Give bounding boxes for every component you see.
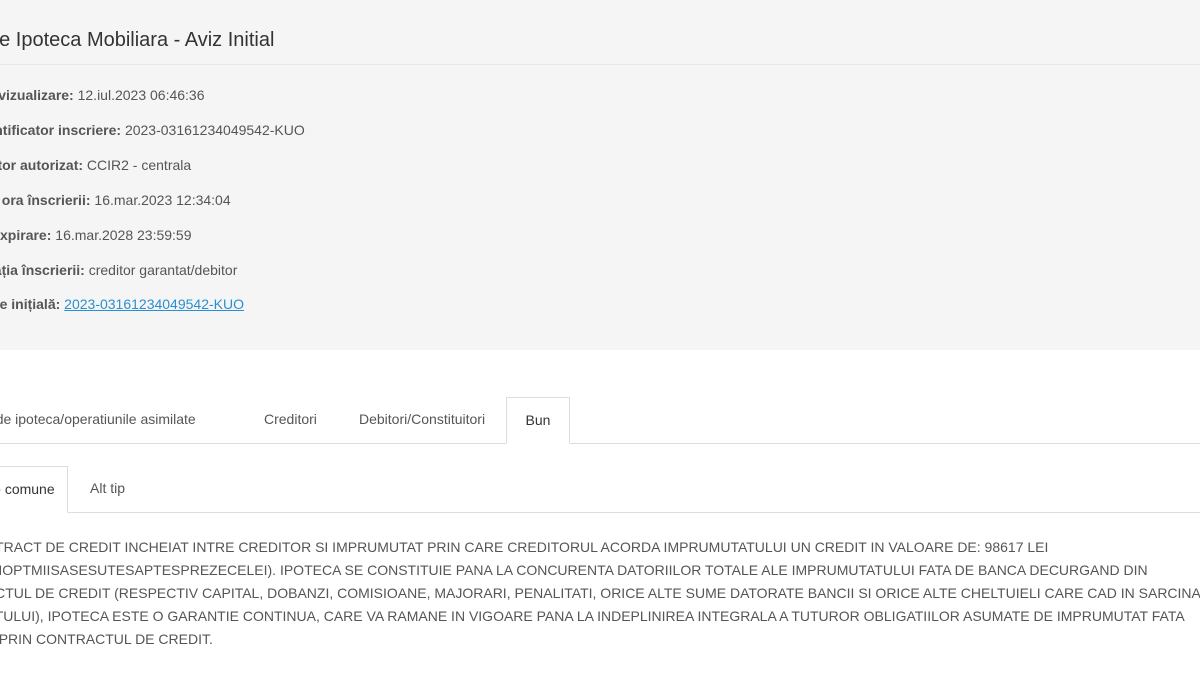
title-bar: Aviz de Ipoteca Mobiliara - Aviz Initial: [0, 0, 1200, 65]
info-row-data-expirare: Data expirare: 16.mar.2028 23:59:59: [0, 227, 192, 243]
info-value: CCIR2 - centrala: [86, 157, 192, 173]
info-label: Inscriere inițială:: [0, 296, 61, 312]
info-row-operator: Operator autorizat: CCIR2 - centrala: [0, 157, 191, 173]
info-label: Data vizualizare:: [0, 87, 74, 103]
description-line: CONTRACT DE CREDIT INCHEIAT INTRE CREDIT…: [0, 539, 1049, 555]
sub-tabs: Date comune Alt tip: [0, 466, 1200, 513]
tab-contractul-de-ipoteca[interactable]: Contractul de ipoteca/operatiunile asimi…: [0, 397, 196, 444]
info-label: Destinația înscrierii:: [0, 262, 85, 278]
tab-bun[interactable]: Bun: [506, 397, 570, 444]
info-label: Identificator inscriere:: [0, 122, 122, 138]
tab-debitori-constituitori[interactable]: Debitori/Constituitori: [359, 397, 485, 444]
description-line: CONTRACTUL DE CREDIT (RESPECTIV CAPITAL,…: [0, 585, 1200, 601]
description-line: DE BANCA PRIN CONTRACTUL DE CREDIT.: [0, 631, 213, 647]
info-label: Operator autorizat:: [0, 157, 84, 173]
bun-description: CONTRACT DE CREDIT INCHEIAT INTRE CREDIT…: [0, 536, 1200, 651]
info-row-inscriere-initiala: Inscriere inițială: 2023-03161234049542-…: [0, 296, 244, 312]
info-label: Data expirare:: [0, 227, 52, 243]
info-value: 12.iul.2023 06:46:36: [77, 87, 205, 103]
info-row-identificator: Identificator inscriere: 2023-0316123404…: [0, 122, 305, 138]
info-value: creditor garantat/debitor: [88, 262, 238, 278]
info-label: Data și ora înscrierii:: [0, 192, 91, 208]
main-tabs: Contractul de ipoteca/operatiunile asimi…: [0, 397, 1200, 444]
page-title: Aviz de Ipoteca Mobiliara - Aviz Initial: [0, 29, 275, 51]
info-row-data-vizualizare: Data vizualizare: 12.iul.2023 06:46:36: [0, 87, 205, 103]
initial-inscriere-link[interactable]: 2023-03161234049542-KUO: [64, 296, 244, 312]
info-value: 16.mar.2028 23:59:59: [55, 227, 192, 243]
header-panel: Aviz de Ipoteca Mobiliara - Aviz Initial…: [0, 0, 1200, 350]
description-line: (NOUAZECISIOPTMIISASESUTESAPTESPREZECELE…: [0, 562, 1148, 578]
page: Aviz de Ipoteca Mobiliara - Aviz Initial…: [0, 0, 1200, 675]
tab-creditori[interactable]: Creditori: [264, 397, 317, 444]
tab-date-comune[interactable]: Date comune: [0, 466, 68, 513]
description-line: IMPRUMUTATULUI), IPOTECA ESTE O GARANTIE…: [0, 608, 1185, 624]
info-row-destinatia: Destinația înscrierii: creditor garantat…: [0, 262, 237, 278]
info-row-data-ora-inscrierii: Data și ora înscrierii: 16.mar.2023 12:3…: [0, 192, 231, 208]
info-value: 2023-03161234049542-KUO: [124, 122, 305, 138]
info-value: 16.mar.2023 12:34:04: [94, 192, 231, 208]
tab-alt-tip[interactable]: Alt tip: [90, 466, 125, 513]
